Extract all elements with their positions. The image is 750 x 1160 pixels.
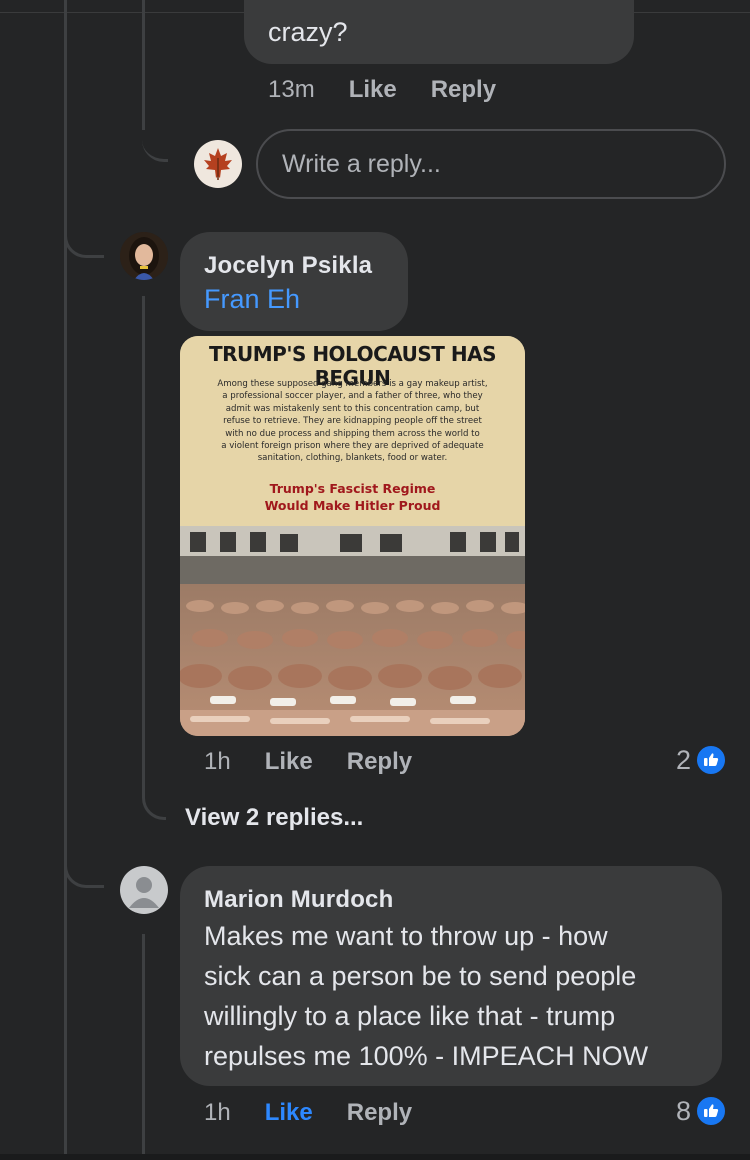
reaction-count[interactable]: 8 (676, 1095, 728, 1127)
reply-button[interactable]: Reply (431, 76, 496, 104)
comment-bubble: crazy? (244, 0, 634, 64)
user-photo-icon (120, 232, 168, 280)
maple-leaf-icon (204, 148, 232, 180)
comment-actions: 13m Like Reply (268, 76, 530, 104)
thread-line-inner-2 (142, 296, 145, 796)
comment-actions: 1h Like Reply (204, 748, 446, 776)
like-button[interactable]: Like (265, 748, 313, 776)
comment-time: 13m (268, 76, 315, 103)
jocelyn-avatar[interactable] (120, 232, 168, 280)
like-thumb-icon (695, 1095, 728, 1127)
person-silhouette-icon (129, 877, 159, 908)
image-red-caption: Trump's Fascist Regime Would Make Hitler… (264, 481, 441, 513)
reply-button[interactable]: Reply (347, 1099, 412, 1127)
comment-author[interactable]: Marion Murdoch (204, 886, 393, 914)
comment-author[interactable]: Jocelyn Psikla (204, 252, 372, 280)
thread-elbow-marion (64, 840, 104, 888)
prison-photo (180, 526, 525, 736)
thumb-glyph (704, 1104, 719, 1117)
thread-elbow-reply-box (142, 110, 168, 162)
default-avatar-icon[interactable] (120, 866, 168, 914)
reply-input[interactable]: Write a reply... (256, 129, 726, 199)
thread-line-inner-3 (142, 934, 145, 1160)
comment-text: crazy? (268, 17, 348, 47)
reaction-count[interactable]: 2 (676, 744, 728, 776)
comment-time: 1h (204, 1099, 231, 1126)
thumb-glyph (704, 753, 719, 766)
comment-time: 1h (204, 748, 231, 775)
comment-bubble: Marion Murdoch Makes me want to throw up… (180, 866, 722, 1086)
reply-button[interactable]: Reply (347, 748, 412, 776)
like-button[interactable]: Like (349, 76, 397, 104)
comment-bubble: Jocelyn Psikla Fran Eh (180, 232, 408, 331)
reaction-number: 2 (676, 744, 692, 775)
thread-line-outer (64, 0, 67, 1160)
reaction-number: 8 (676, 1095, 692, 1126)
bottom-edge (0, 1154, 750, 1160)
view-replies-link[interactable]: View 2 replies... (185, 804, 363, 832)
mention-link[interactable]: Fran Eh (204, 284, 300, 315)
thread-elbow-jocelyn (64, 210, 104, 258)
image-body-text: Among these supposed gang members is a g… (217, 379, 488, 464)
maple-leaf-avatar[interactable] (194, 140, 242, 188)
like-button[interactable]: Like (265, 1099, 313, 1127)
comment-image[interactable]: TRUMP'S HOLOCAUST HAS BEGUN Among these … (180, 336, 525, 736)
comment-actions: 1h Like Reply (204, 1099, 446, 1127)
thread-elbow-view-replies (142, 776, 166, 820)
comment-thread: crazy? 13m Like Reply Write a reply... J… (0, 0, 750, 1160)
like-thumb-icon (695, 744, 728, 776)
comment-text: Makes me want to throw up - how sick can… (204, 921, 649, 1071)
